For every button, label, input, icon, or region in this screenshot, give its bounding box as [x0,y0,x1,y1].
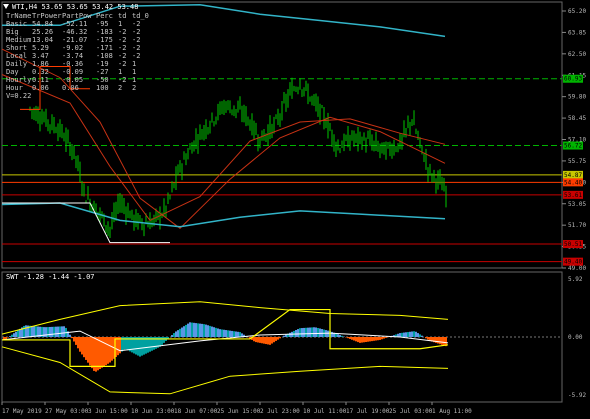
table-cell: 0.06 [62,84,79,92]
price-axis-label: 65.20 [568,8,586,15]
table-cell: -175 [96,36,113,44]
price-tag-label: 60.93 [564,76,582,83]
table-cell: Short [6,44,27,52]
table-header: td [118,12,126,20]
table-cell: -0.09 [62,68,83,76]
table-cell: 13.04 [32,36,53,44]
time-axis-label: 1 Aug 11:00 [432,408,472,415]
table-cell: -171 [96,44,113,52]
table-cell: Local [6,52,27,60]
table-cell: 5.29 [32,44,49,52]
price-axis-label: 55.75 [568,158,586,165]
time-axis-label: 10 Jun 23:00 [131,408,175,415]
price-axis-label: 62.50 [568,51,586,58]
table-cell: -95 [96,20,109,28]
time-axis-label: 17 May 2019 [2,408,42,415]
table-cell: -21.07 [62,36,87,44]
table-cell: -2 [118,76,126,84]
table-cell: Medium [6,36,31,44]
price-tag-label: 49.40 [564,259,582,266]
table-cell: 25.26 [32,28,53,36]
table-header: PartPow [62,12,92,20]
table-cell: 2 [132,84,136,92]
table-cell: 1 [118,20,122,28]
chart-window[interactable]: WTI,H4 53.65 53.65 53.42 53.48 TrName TrP… [0,0,590,419]
table-cell: -2 [132,52,140,60]
price-tag-label: 50.51 [564,241,582,248]
time-axis-label: 3 Jun 15:00 [88,408,128,415]
table-cell: -3.74 [62,52,83,60]
table-cell: 0.11 [32,76,49,84]
table-cell: -27 [96,68,109,76]
table-cell: Big [6,28,19,36]
table-cell: -52.11 [62,20,87,28]
table-cell: 100 [96,84,109,92]
price-axis-label: 59.80 [568,94,586,101]
price-axis-label: 58.45 [568,115,586,122]
price-axis-label: 63.85 [568,29,586,36]
table-cell: -2 [118,36,126,44]
table-cell: 1 [132,60,136,68]
table-cell: -2 [132,44,140,52]
price-tag-label: 53.61 [564,192,582,199]
time-axis-label: 25 Jul 03:00 [389,408,433,415]
time-axis-label: 18 Jun 07:00 [174,408,218,415]
table-cell: -2 [118,44,126,52]
table-cell: 0.32 [32,68,49,76]
time-axis-label: 17 Jul 19:00 [346,408,390,415]
time-axis-label: 25 Jun 15:00 [217,408,261,415]
table-cell: 2 [118,84,122,92]
sub-axis-label: -5.92 [568,392,586,399]
price-tag-label: 54.87 [564,172,582,179]
table-cell: 1 [132,76,136,84]
price-axis-label: 49.00 [568,265,586,272]
table-header: Perc [96,12,113,20]
main-title: WTI,H4 53.65 53.65 53.42 53.48 [12,3,138,11]
price-tag-label: 54.40 [564,179,582,186]
table-cell: -0.05 [62,76,83,84]
table-cell: Basic [6,20,27,28]
table-cell: -19 [96,60,109,68]
table-cell: 54.84 [32,20,53,28]
table-header: td_0 [132,12,149,20]
table-header: TrName [6,12,31,20]
table-cell: -2 [118,60,126,68]
table-cell: -2 [118,52,126,60]
sub-axis-label: 0.00 [568,334,583,341]
sub-title: SWT -1.28 -1.44 -1.07 [6,273,95,281]
table-footer: V=0.22 [6,92,31,100]
table-cell: -183 [96,28,113,36]
table-cell: Hour [6,84,23,92]
table-cell: Hourly [6,76,31,84]
table-cell: -46.32 [62,28,87,36]
table-cell: -108 [96,52,113,60]
table-cell: -0.36 [62,60,83,68]
table-cell: -2 [132,20,140,28]
table-cell: 1 [118,68,122,76]
table-cell: 3.47 [32,52,49,60]
sub-axis-label: 5.92 [568,276,583,283]
time-axis-label: 2 Jul 23:00 [260,408,300,415]
table-cell: -9.02 [62,44,83,52]
table-cell: -2 [118,28,126,36]
table-cell: Day [6,68,19,76]
table-cell: 1 [132,68,136,76]
time-axis-label: 10 Jul 11:00 [303,408,347,415]
table-cell: Daily [6,60,27,68]
table-cell: 0.06 [32,84,49,92]
table-cell: -2 [132,36,140,44]
table-header: TrPower [32,12,62,20]
table-cell: -2 [132,28,140,36]
price-tag-label: 56.72 [564,143,582,150]
table-cell: 1.86 [32,60,49,68]
time-axis-label: 27 May 03:00 [45,408,89,415]
table-cell: -50 [96,76,109,84]
price-axis-label: 51.70 [568,222,586,229]
price-axis-label: 53.05 [568,201,586,208]
